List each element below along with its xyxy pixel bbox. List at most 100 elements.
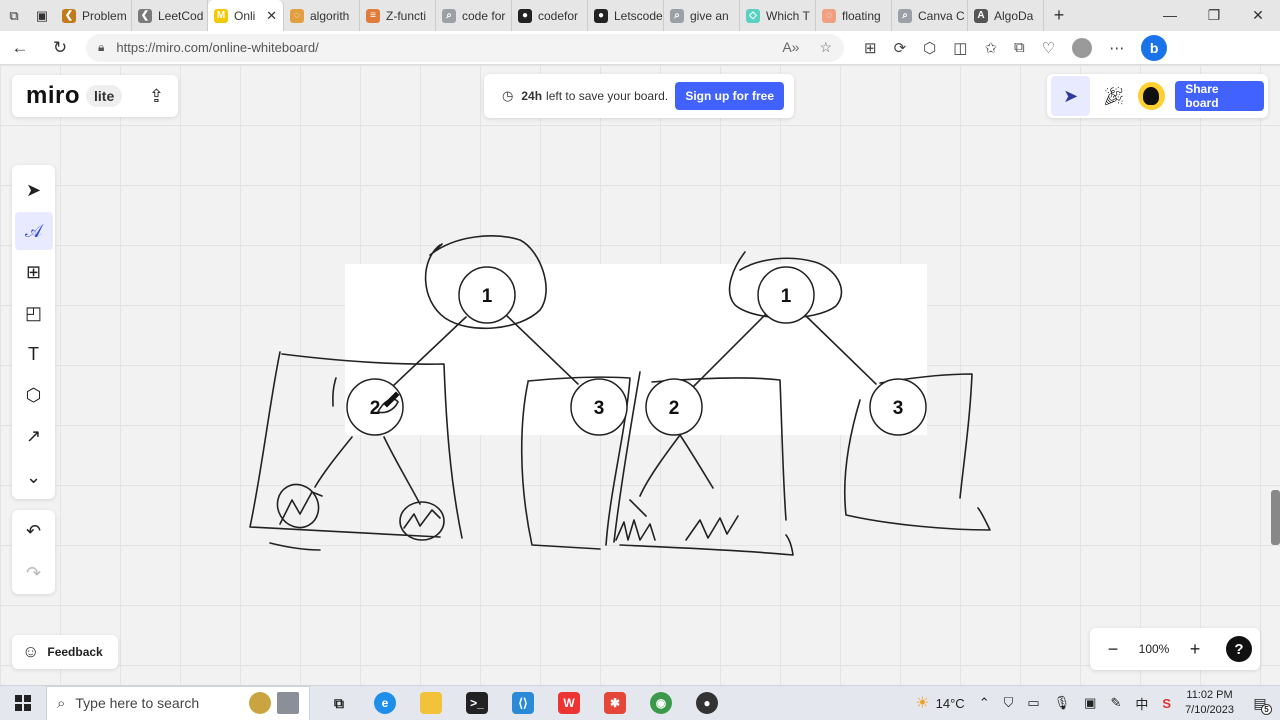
pen-tool-icon[interactable]: 𝒜 (14, 212, 53, 250)
performance-icon[interactable]: ♡ (1042, 39, 1055, 57)
whiteboard-canvas[interactable]: 1 2 3 1 2 3 miro lite ⇪ ◷ 24h left to sa… (0, 65, 1280, 685)
extensions-icon[interactable]: ⬡ (923, 39, 936, 57)
pen-input-icon[interactable]: ✎ (1110, 695, 1121, 711)
obs-app-icon[interactable]: ● (684, 686, 730, 720)
edge-app-icon[interactable]: e (362, 686, 408, 720)
taskbar-search-input[interactable]: ⌕ Type here to search (46, 685, 310, 720)
browser-tab[interactable]: ◌ floating (816, 0, 892, 31)
xmind-app-icon[interactable]: ✱ (592, 686, 638, 720)
notification-count: 5 (1261, 704, 1272, 715)
templates-tool-icon[interactable]: ⊞ (15, 253, 53, 291)
sticky-note-tool-icon[interactable]: ◰ (15, 294, 53, 332)
windows-taskbar: ⌕ Type here to search ⧉ e >_ ⟨⟩ W ✱ ◉ ● … (0, 685, 1280, 720)
browser-tab[interactable]: ● codefor (512, 0, 588, 31)
terminal-app-icon[interactable]: >_ (454, 686, 500, 720)
browser-tab[interactable]: ≡ Z-functi (360, 0, 436, 31)
freehand-stroke (399, 501, 445, 541)
select-tool-icon[interactable]: ➤ (15, 171, 53, 209)
browser-tab[interactable]: ⌕ code for (436, 0, 512, 31)
browser-tab[interactable]: ◌ algorith (284, 0, 360, 31)
bing-icon[interactable]: b (1141, 34, 1168, 61)
microphone-icon[interactable]: 🎙︎ (1054, 695, 1071, 711)
tree-node-label: 3 (893, 398, 904, 419)
browser-tab[interactable]: ❮ Problem (56, 0, 132, 31)
connector-tool-icon[interactable]: ↗ (15, 417, 53, 455)
tree-edge (693, 314, 766, 387)
collections-icon[interactable]: ⧉ (1014, 39, 1025, 56)
taskbar-clock[interactable]: 11:02 PM 7/10/2023 (1185, 688, 1234, 718)
more-tools-icon[interactable]: ⌄ (15, 458, 53, 496)
browser-tab[interactable]: ◇ Which T (740, 0, 816, 31)
url-input[interactable]: 🔒︎ https://miro.com/online-whiteboard/ A… (86, 33, 844, 62)
tab-label: Letscode (614, 8, 663, 23)
tree-drawing[interactable]: 1 2 3 1 2 3 (0, 65, 1280, 685)
refresh-icon[interactable]: ↻ (40, 38, 80, 58)
text-tool-icon[interactable]: T (15, 335, 53, 373)
feedback-icon: ☺ (22, 642, 40, 661)
user-avatar[interactable] (1137, 82, 1166, 110)
profile-avatar[interactable] (1072, 37, 1093, 58)
close-tab-icon[interactable]: ✕ (266, 8, 277, 24)
favorite-star-icon[interactable]: ☆ (819, 39, 832, 56)
browser-tab-strip: ⧉ ▣ ❮ Problem ❮ LeetCod M Onli ✕ ◌ algorith ≡ Z-fu… (0, 0, 1280, 31)
wps-tray-icon[interactable]: S (1162, 696, 1171, 711)
sync-icon[interactable]: ⟳ (894, 39, 907, 57)
freehand-stroke (403, 509, 441, 529)
split-screen-icon[interactable]: ◫ (953, 39, 967, 57)
file-explorer-icon[interactable] (408, 686, 454, 720)
security-icon[interactable]: ⛉ (1004, 695, 1014, 711)
celebrate-icon[interactable]: 🎉︎ (1096, 86, 1131, 107)
zoom-level[interactable]: 100% (1128, 642, 1180, 656)
browser-tab[interactable]: ❮ LeetCod (132, 0, 208, 31)
show-hidden-icons[interactable]: ⌃ (979, 695, 990, 711)
weather-widget[interactable]: ☀ 14°C (915, 693, 964, 713)
browser-tab[interactable]: M Onli ✕ (208, 0, 284, 31)
canvas-scrollbar[interactable] (1271, 490, 1280, 545)
address-bar: ← ↻ 🔒︎ https://miro.com/online-whiteboar… (0, 31, 1280, 65)
close-window-icon[interactable]: ✕ (1236, 7, 1280, 24)
sign-up-button[interactable]: Sign up for free (675, 82, 784, 110)
read-aloud-icon[interactable]: A» (782, 39, 799, 56)
workspaces-icon[interactable]: ⧉ (0, 0, 28, 31)
zoom-in-button[interactable]: + (1180, 639, 1210, 660)
clock-time: 11:02 PM (1186, 689, 1233, 701)
clock-date: 7/10/2023 (1185, 704, 1234, 716)
redo-icon[interactable]: ↷ (15, 554, 53, 592)
more-options-icon[interactable]: ⋯ (1109, 39, 1124, 57)
search-highlight-icon (249, 692, 271, 714)
browser-tab[interactable]: ⌕ Canva C (892, 0, 968, 31)
freehand-stroke (383, 436, 421, 505)
shapes-tool-icon[interactable]: ⬡ (15, 376, 53, 414)
browser-tab[interactable]: A AlgoDa (968, 0, 1044, 31)
browser-tab[interactable]: ● Letscode (588, 0, 664, 31)
freehand-stroke (629, 499, 647, 517)
battery-icon[interactable]: ▭ (1027, 695, 1039, 711)
new-tab-button[interactable]: + (1044, 5, 1074, 26)
favorites-icon[interactable]: ✩ (984, 39, 997, 57)
task-view-icon[interactable]: ⧉ (316, 686, 362, 720)
browser-tab[interactable]: ⌕ give an (664, 0, 740, 31)
wps-office-icon[interactable]: W (546, 686, 592, 720)
tab-favicon-icon: ⌕ (898, 8, 912, 23)
windows-start-icon[interactable] (0, 695, 46, 711)
minimize-icon[interactable]: — (1148, 7, 1192, 24)
share-board-button[interactable]: Share board (1175, 81, 1264, 111)
chrome-app-icon[interactable]: ◉ (638, 686, 684, 720)
miro-logo[interactable]: miro (26, 82, 80, 110)
display-icon[interactable]: ▣ (1084, 695, 1096, 711)
language-icon[interactable]: 中 (1135, 694, 1148, 713)
save-notice-text: left to save your board. (546, 89, 669, 103)
undo-icon[interactable]: ↶ (15, 512, 53, 550)
help-button[interactable]: ? (1226, 636, 1252, 662)
feedback-button[interactable]: ☺ Feedback (12, 635, 118, 669)
tab-actions-icon[interactable]: ▣ (28, 0, 56, 31)
app-icon[interactable]: ⊞ (864, 39, 877, 57)
cursor-follow-icon[interactable]: ➤ (1051, 76, 1091, 116)
export-upload-icon[interactable]: ⇪ (149, 86, 164, 107)
notification-center-icon[interactable]: ▤ 5 (1248, 691, 1272, 715)
vscode-app-icon[interactable]: ⟨⟩ (500, 686, 546, 720)
zoom-out-button[interactable]: − (1098, 639, 1128, 660)
tree-node-label: 1 (781, 286, 792, 307)
restore-icon[interactable]: ❐ (1192, 7, 1236, 24)
back-icon[interactable]: ← (0, 38, 40, 58)
